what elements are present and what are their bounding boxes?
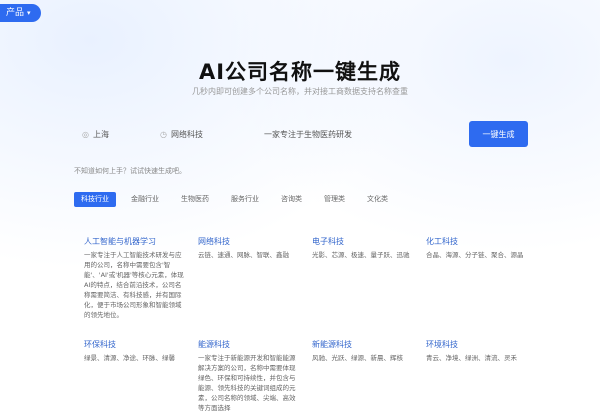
generate-button[interactable]: 一键生成 xyxy=(469,121,528,147)
card-description: 青云、净境、绿洲、清流、灵禾 xyxy=(426,354,517,362)
example-card[interactable]: 能源科技 一家专注于新能源开发和智能能源解决方案的公司，名称中需要体现绿色、环保… xyxy=(198,339,298,413)
keyword-value: 一家专注于生物医药研发 xyxy=(264,129,352,139)
example-card[interactable]: 人工智能与机器学习 一家专注于人工智能技术研发与应用的公司，名称中需要包含'智能… xyxy=(84,236,184,320)
industry-field[interactable]: ◷ 网络科技 xyxy=(160,121,203,147)
industry-tabs: 科技行业 金融行业 生物医药 服务行业 咨询类 管理类 文化类 xyxy=(74,192,395,207)
tab-consulting[interactable]: 咨询类 xyxy=(274,192,309,207)
example-card[interactable]: 新能源科技 风驰、光跃、绿源、新晨、辉核 xyxy=(312,339,412,363)
tab-service[interactable]: 服务行业 xyxy=(224,192,266,207)
card-title: 环境科技 xyxy=(426,340,458,349)
card-title: 网络科技 xyxy=(198,237,230,246)
card-title: 电子科技 xyxy=(312,237,344,246)
quick-start-hint: 不知道如何上手？试试快速生成吧。 xyxy=(74,167,186,175)
industry-icon: ◷ xyxy=(160,129,167,139)
tab-biomed[interactable]: 生物医药 xyxy=(174,192,216,207)
card-title: 化工科技 xyxy=(426,237,458,246)
product-menu-label: 产品 xyxy=(6,8,25,18)
product-menu-button[interactable]: 产品 ▾ xyxy=(0,4,41,22)
tab-culture[interactable]: 文化类 xyxy=(360,192,395,207)
example-card[interactable]: 环保科技 绿景、清源、净途、环脉、绿馨 xyxy=(84,339,184,363)
chevron-down-icon: ▾ xyxy=(27,9,31,17)
page-title: AI公司名称一键生成 xyxy=(198,60,402,84)
card-description: 合晶、海源、分子链、聚合、源晶 xyxy=(426,251,524,259)
card-title: 新能源科技 xyxy=(312,340,352,349)
tab-tech[interactable]: 科技行业 xyxy=(74,192,116,207)
city-field[interactable]: ◎ 上海 xyxy=(82,121,109,147)
tab-management[interactable]: 管理类 xyxy=(317,192,352,207)
industry-value: 网络科技 xyxy=(170,129,203,139)
card-description: 云链、速通、网脉、智联、鑫融 xyxy=(198,251,289,259)
card-description: 一家专注于人工智能技术研发与应用的公司，名称中需要包含'智能'、'AI'或'机器… xyxy=(84,251,184,319)
card-description: 风驰、光跃、绿源、新晨、辉核 xyxy=(312,354,403,362)
example-card[interactable]: 环境科技 青云、净境、绿洲、清流、灵禾 xyxy=(426,339,526,363)
card-title: 环保科技 xyxy=(84,340,116,349)
card-description: 绿景、清源、净途、环脉、绿馨 xyxy=(84,354,175,362)
page-subtitle: 几秒内即可创建多个公司名称，并对接工商数据支持名称查重 xyxy=(192,87,408,96)
example-card[interactable]: 网络科技 云链、速通、网脉、智联、鑫融 xyxy=(198,236,298,260)
search-bar: ◎ 上海 ◷ 网络科技 一家专注于生物医药研发 一键生成 xyxy=(74,121,528,147)
city-value: 上海 xyxy=(92,129,109,139)
location-icon: ◎ xyxy=(82,129,89,139)
keyword-input[interactable]: 一家专注于生物医药研发 xyxy=(264,121,352,147)
card-title: 人工智能与机器学习 xyxy=(84,237,156,246)
card-description: 一家专注于新能源开发和智能能源解决方案的公司，名称中需要体现绿色、环保和可持续性… xyxy=(198,354,296,412)
example-card[interactable]: 化工科技 合晶、海源、分子链、聚合、源晶 xyxy=(426,236,526,260)
tab-finance[interactable]: 金融行业 xyxy=(124,192,166,207)
example-card[interactable]: 电子科技 光影、芯源、极速、量子跃、迅驰 xyxy=(312,236,412,260)
card-description: 光影、芯源、极速、量子跃、迅驰 xyxy=(312,251,410,259)
card-title: 能源科技 xyxy=(198,340,230,349)
